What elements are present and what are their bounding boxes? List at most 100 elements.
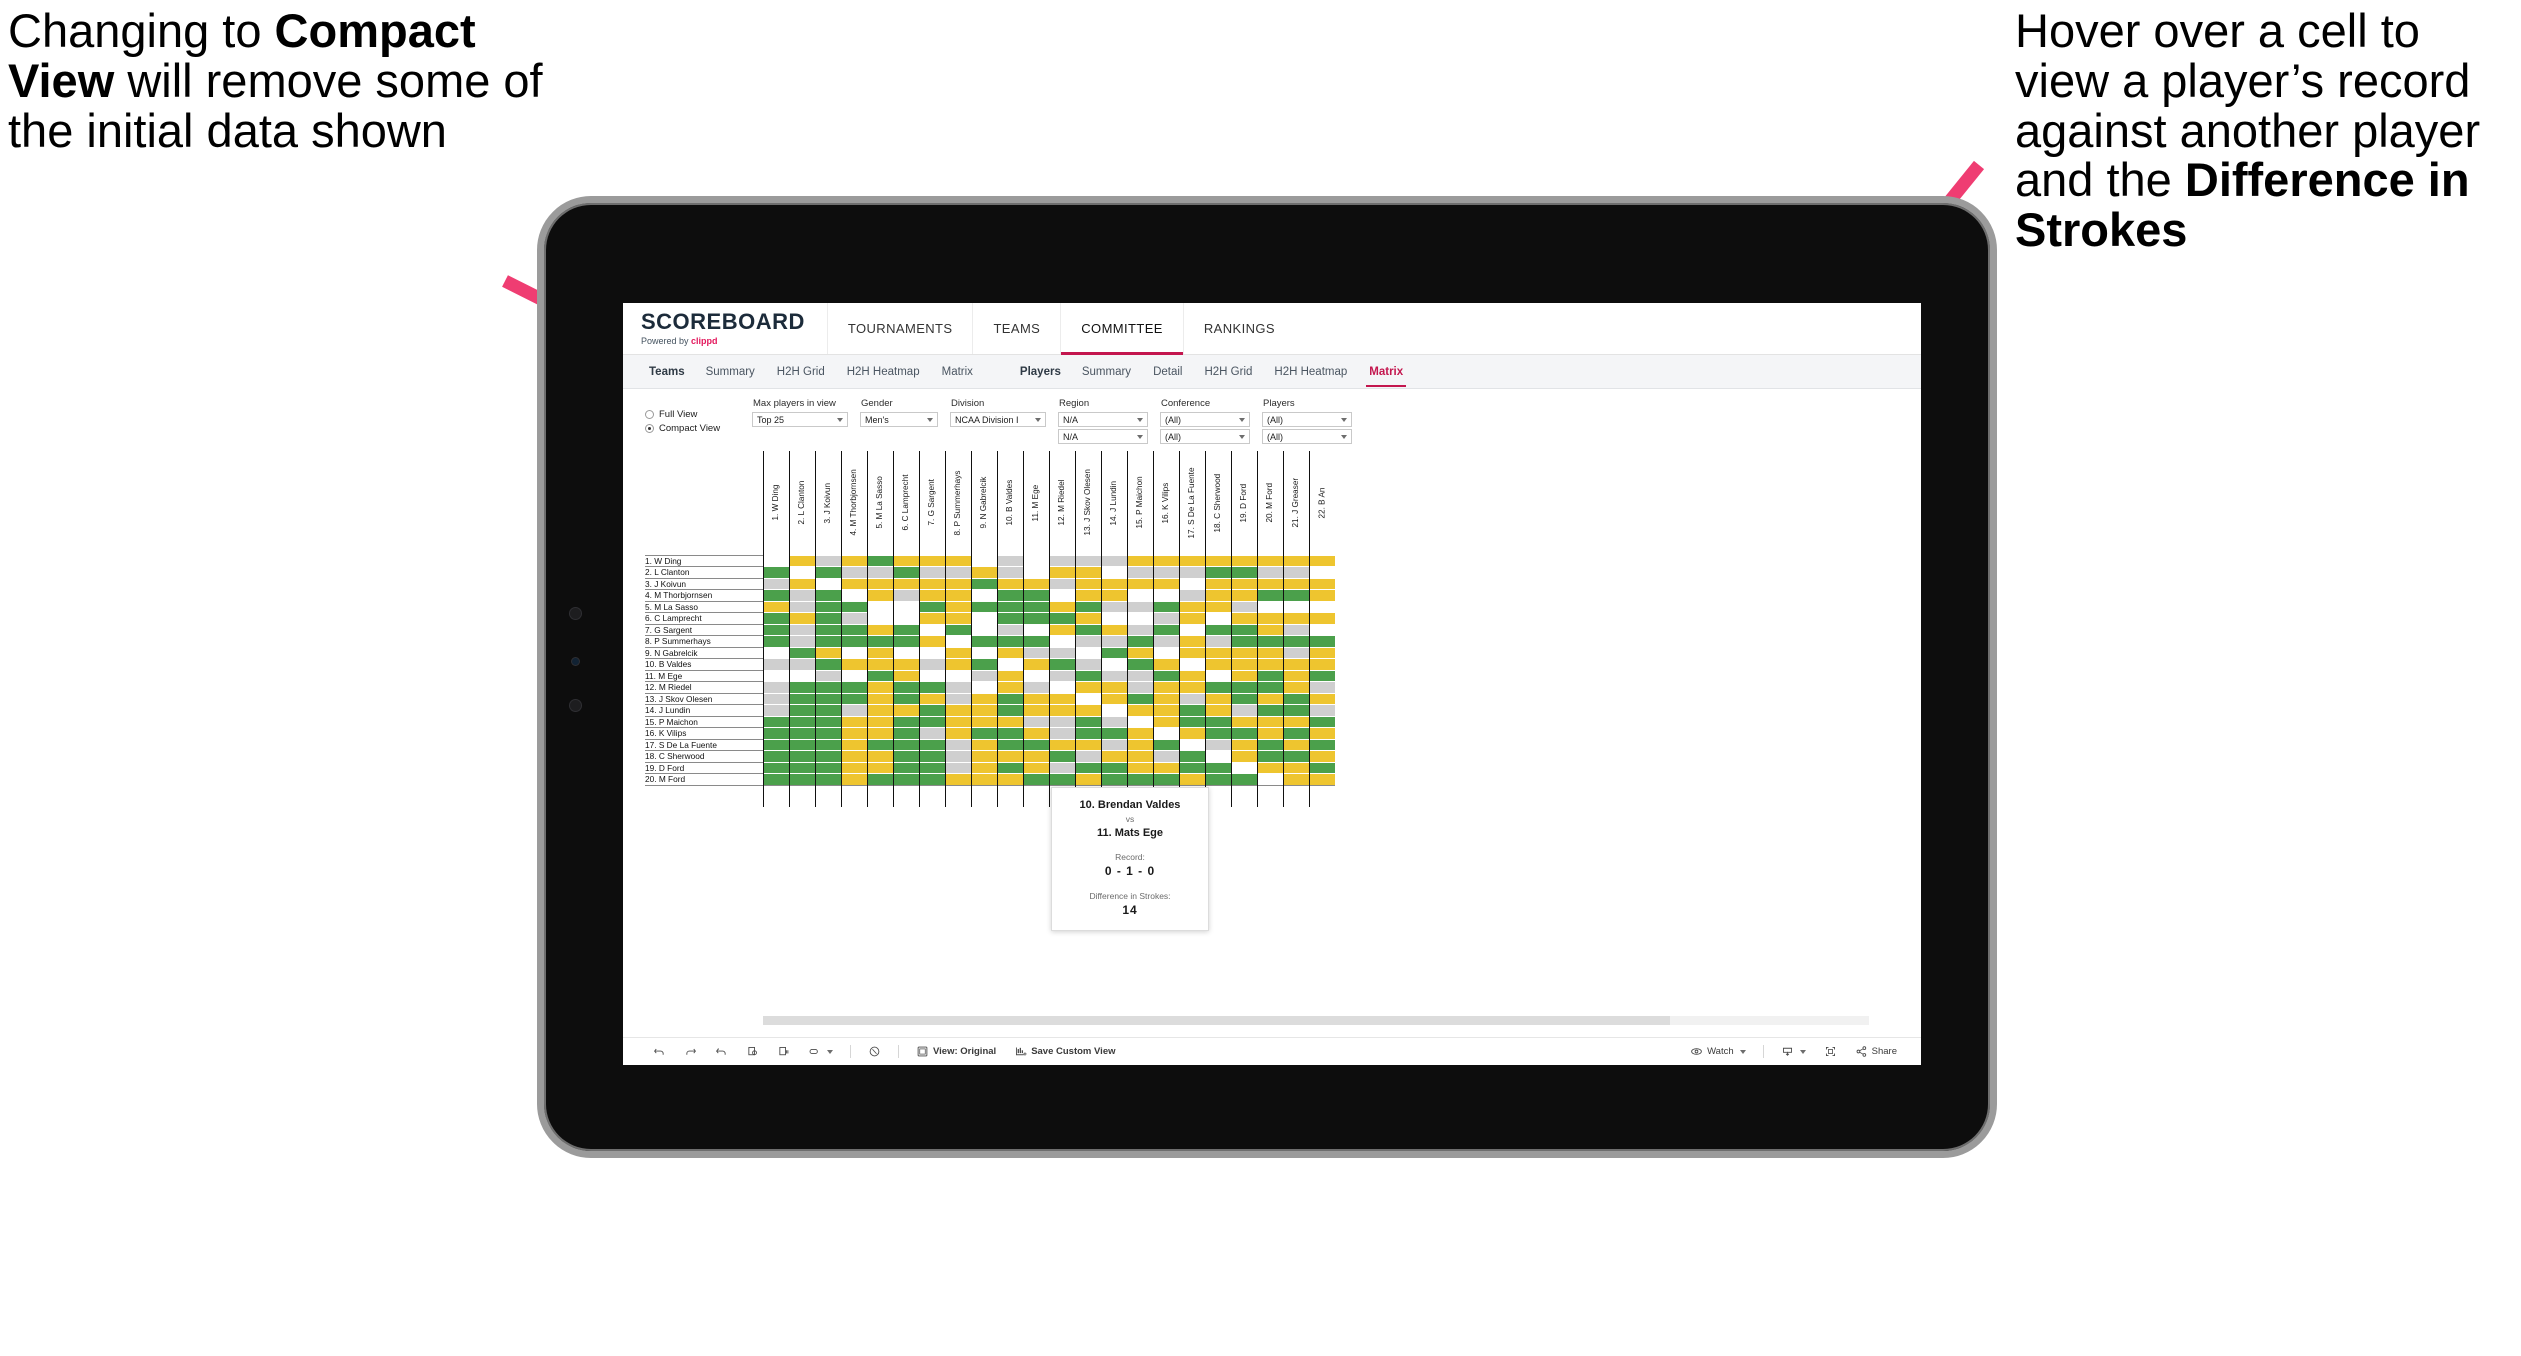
matrix-cell[interactable] <box>814 761 841 774</box>
matrix-cell[interactable] <box>1256 589 1283 601</box>
matrix-cell[interactable] <box>814 738 841 751</box>
matrix-cell[interactable] <box>918 635 945 647</box>
matrix-cell[interactable] <box>1204 727 1231 739</box>
matrix-cell[interactable] <box>814 646 841 659</box>
matrix-cell[interactable] <box>918 646 945 659</box>
matrix-cell[interactable] <box>1204 773 1231 785</box>
matrix-cell[interactable] <box>840 681 867 693</box>
matrix-cell[interactable] <box>944 692 971 705</box>
matrix-cell[interactable] <box>1126 612 1153 624</box>
matrix-cell[interactable] <box>1152 773 1179 785</box>
matrix-cell[interactable] <box>840 658 867 670</box>
matrix-cell[interactable] <box>1022 612 1049 624</box>
matrix-cell[interactable] <box>788 681 815 693</box>
matrix-cell[interactable] <box>1100 635 1127 647</box>
matrix-cell[interactable] <box>1282 773 1309 785</box>
matrix-cell[interactable] <box>840 704 867 716</box>
matrix-cell[interactable] <box>762 635 789 647</box>
matrix-cell[interactable] <box>1178 681 1205 693</box>
matrix-cell[interactable] <box>1308 704 1335 716</box>
matrix-cell[interactable] <box>762 750 789 762</box>
matrix-cell[interactable] <box>1022 727 1049 739</box>
matrix-cell[interactable] <box>996 669 1023 682</box>
matrix-cell[interactable] <box>814 773 841 785</box>
matrix-cell[interactable] <box>1048 761 1075 774</box>
matrix-cell[interactable] <box>1100 623 1127 636</box>
matrix-cell[interactable] <box>788 692 815 705</box>
matrix-cell[interactable] <box>866 623 893 636</box>
matrix-cell[interactable] <box>840 715 867 728</box>
matrix-cell[interactable] <box>840 554 867 567</box>
matrix-cell[interactable] <box>1048 577 1075 590</box>
subnav-players-h2h-grid[interactable]: H2H Grid <box>1193 366 1263 378</box>
matrix-cell[interactable] <box>866 635 893 647</box>
matrix-cell[interactable] <box>788 715 815 728</box>
matrix-cell[interactable] <box>1204 589 1231 601</box>
matrix-cell[interactable] <box>1204 566 1231 578</box>
matrix-cell[interactable] <box>1178 554 1205 567</box>
matrix-cell[interactable] <box>1100 750 1127 762</box>
matrix-cell[interactable] <box>996 761 1023 774</box>
matrix-cell[interactable] <box>1126 681 1153 693</box>
matrix-cell[interactable] <box>1022 635 1049 647</box>
matrix-cell[interactable] <box>1126 658 1153 670</box>
matrix-cell[interactable] <box>918 600 945 613</box>
matrix-cell[interactable] <box>1282 681 1309 693</box>
matrix-cell[interactable] <box>762 646 789 659</box>
matrix-cell[interactable] <box>788 566 815 578</box>
matrix-cell[interactable] <box>1022 681 1049 693</box>
matrix-cell[interactable] <box>1308 738 1335 751</box>
matrix-cell[interactable] <box>1022 646 1049 659</box>
matrix-cell[interactable] <box>1282 658 1309 670</box>
matrix-cell[interactable] <box>1100 715 1127 728</box>
matrix-cell[interactable] <box>1074 646 1101 659</box>
matrix-cell[interactable] <box>944 750 971 762</box>
matrix-cell[interactable] <box>1256 750 1283 762</box>
matrix-cell[interactable] <box>814 600 841 613</box>
matrix-cell[interactable] <box>1282 612 1309 624</box>
matrix-cell[interactable] <box>866 692 893 705</box>
matrix-cell[interactable] <box>762 600 789 613</box>
matrix-cell[interactable] <box>892 600 919 613</box>
matrix-cell[interactable] <box>1230 635 1257 647</box>
matrix-cell[interactable] <box>1022 704 1049 716</box>
division-select[interactable]: NCAA Division I <box>950 412 1046 427</box>
matrix-cell[interactable] <box>840 669 867 682</box>
matrix-cell[interactable] <box>866 646 893 659</box>
matrix-cell[interactable] <box>1152 577 1179 590</box>
matrix-cell[interactable] <box>1282 761 1309 774</box>
matrix-cell[interactable] <box>1022 658 1049 670</box>
matrix-cell[interactable] <box>840 646 867 659</box>
matrix-cell[interactable] <box>788 554 815 567</box>
matrix-cell[interactable] <box>944 738 971 751</box>
matrix-cell[interactable] <box>840 750 867 762</box>
matrix-cell[interactable] <box>866 589 893 601</box>
matrix-cell[interactable] <box>1308 692 1335 705</box>
matrix-cell[interactable] <box>1256 554 1283 567</box>
matrix-cell[interactable] <box>996 600 1023 613</box>
matrix-cell[interactable] <box>970 704 997 716</box>
matrix-cell[interactable] <box>1048 646 1075 659</box>
matrix-cell[interactable] <box>1126 715 1153 728</box>
matrix-cell[interactable] <box>1126 635 1153 647</box>
matrix-cell[interactable] <box>1308 681 1335 693</box>
matrix-cell[interactable] <box>762 727 789 739</box>
matrix-cell[interactable] <box>1152 750 1179 762</box>
matrix-cell[interactable] <box>762 761 789 774</box>
matrix-cell[interactable] <box>1048 727 1075 739</box>
matrix-cell[interactable] <box>1308 646 1335 659</box>
matrix-cell[interactable] <box>1152 612 1179 624</box>
matrix-cell[interactable] <box>892 715 919 728</box>
matrix-cell[interactable] <box>1204 612 1231 624</box>
matrix-cell[interactable] <box>1230 623 1257 636</box>
matrix-cell[interactable] <box>1308 566 1335 578</box>
matrix-cell[interactable] <box>1230 750 1257 762</box>
matrix-cell[interactable] <box>1282 727 1309 739</box>
matrix-cell[interactable] <box>1230 681 1257 693</box>
matrix-cell[interactable] <box>1022 715 1049 728</box>
matrix-cell[interactable] <box>814 554 841 567</box>
matrix-cell[interactable] <box>1308 612 1335 624</box>
matrix-cell[interactable] <box>840 612 867 624</box>
matrix-cell[interactable] <box>1178 646 1205 659</box>
matrix-cell[interactable] <box>996 750 1023 762</box>
